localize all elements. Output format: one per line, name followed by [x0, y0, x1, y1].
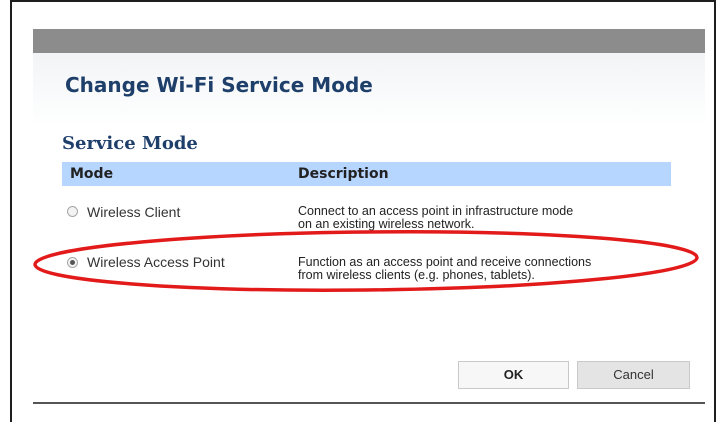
column-header-mode: Mode [70, 166, 114, 182]
wireless-access-point-radio[interactable] [67, 257, 78, 268]
mode-row-wireless-client[interactable]: Wireless Client Connect to an access poi… [62, 201, 671, 237]
table-header: Mode Description [62, 162, 671, 186]
dialog-titlebar [33, 29, 705, 53]
cancel-button[interactable]: Cancel [577, 361, 690, 389]
wireless-client-description-line2: on an existing wireless network. [298, 218, 475, 231]
wireless-access-point-label[interactable]: Wireless Access Point [87, 254, 225, 270]
wireless-access-point-description: Function as an access point and receive … [298, 256, 668, 282]
section-title: Service Mode [62, 133, 198, 154]
column-header-description: Description [298, 166, 389, 182]
mode-row-wireless-access-point[interactable]: Wireless Access Point Function as an acc… [62, 252, 671, 288]
wireless-client-description: Connect to an access point in infrastruc… [298, 205, 668, 231]
ok-button[interactable]: OK [458, 361, 569, 389]
change-wifi-mode-dialog: Change Wi-Fi Service Mode Service Mode M… [33, 29, 705, 404]
wireless-client-label[interactable]: Wireless Client [87, 204, 180, 220]
dialog-title: Change Wi-Fi Service Mode [65, 73, 373, 97]
wireless-client-description-line1: Connect to an access point in infrastruc… [298, 204, 574, 218]
wireless-client-radio[interactable] [67, 206, 78, 217]
wireless-access-point-description-line2: from wireless clients (e.g. phones, tabl… [298, 268, 535, 282]
